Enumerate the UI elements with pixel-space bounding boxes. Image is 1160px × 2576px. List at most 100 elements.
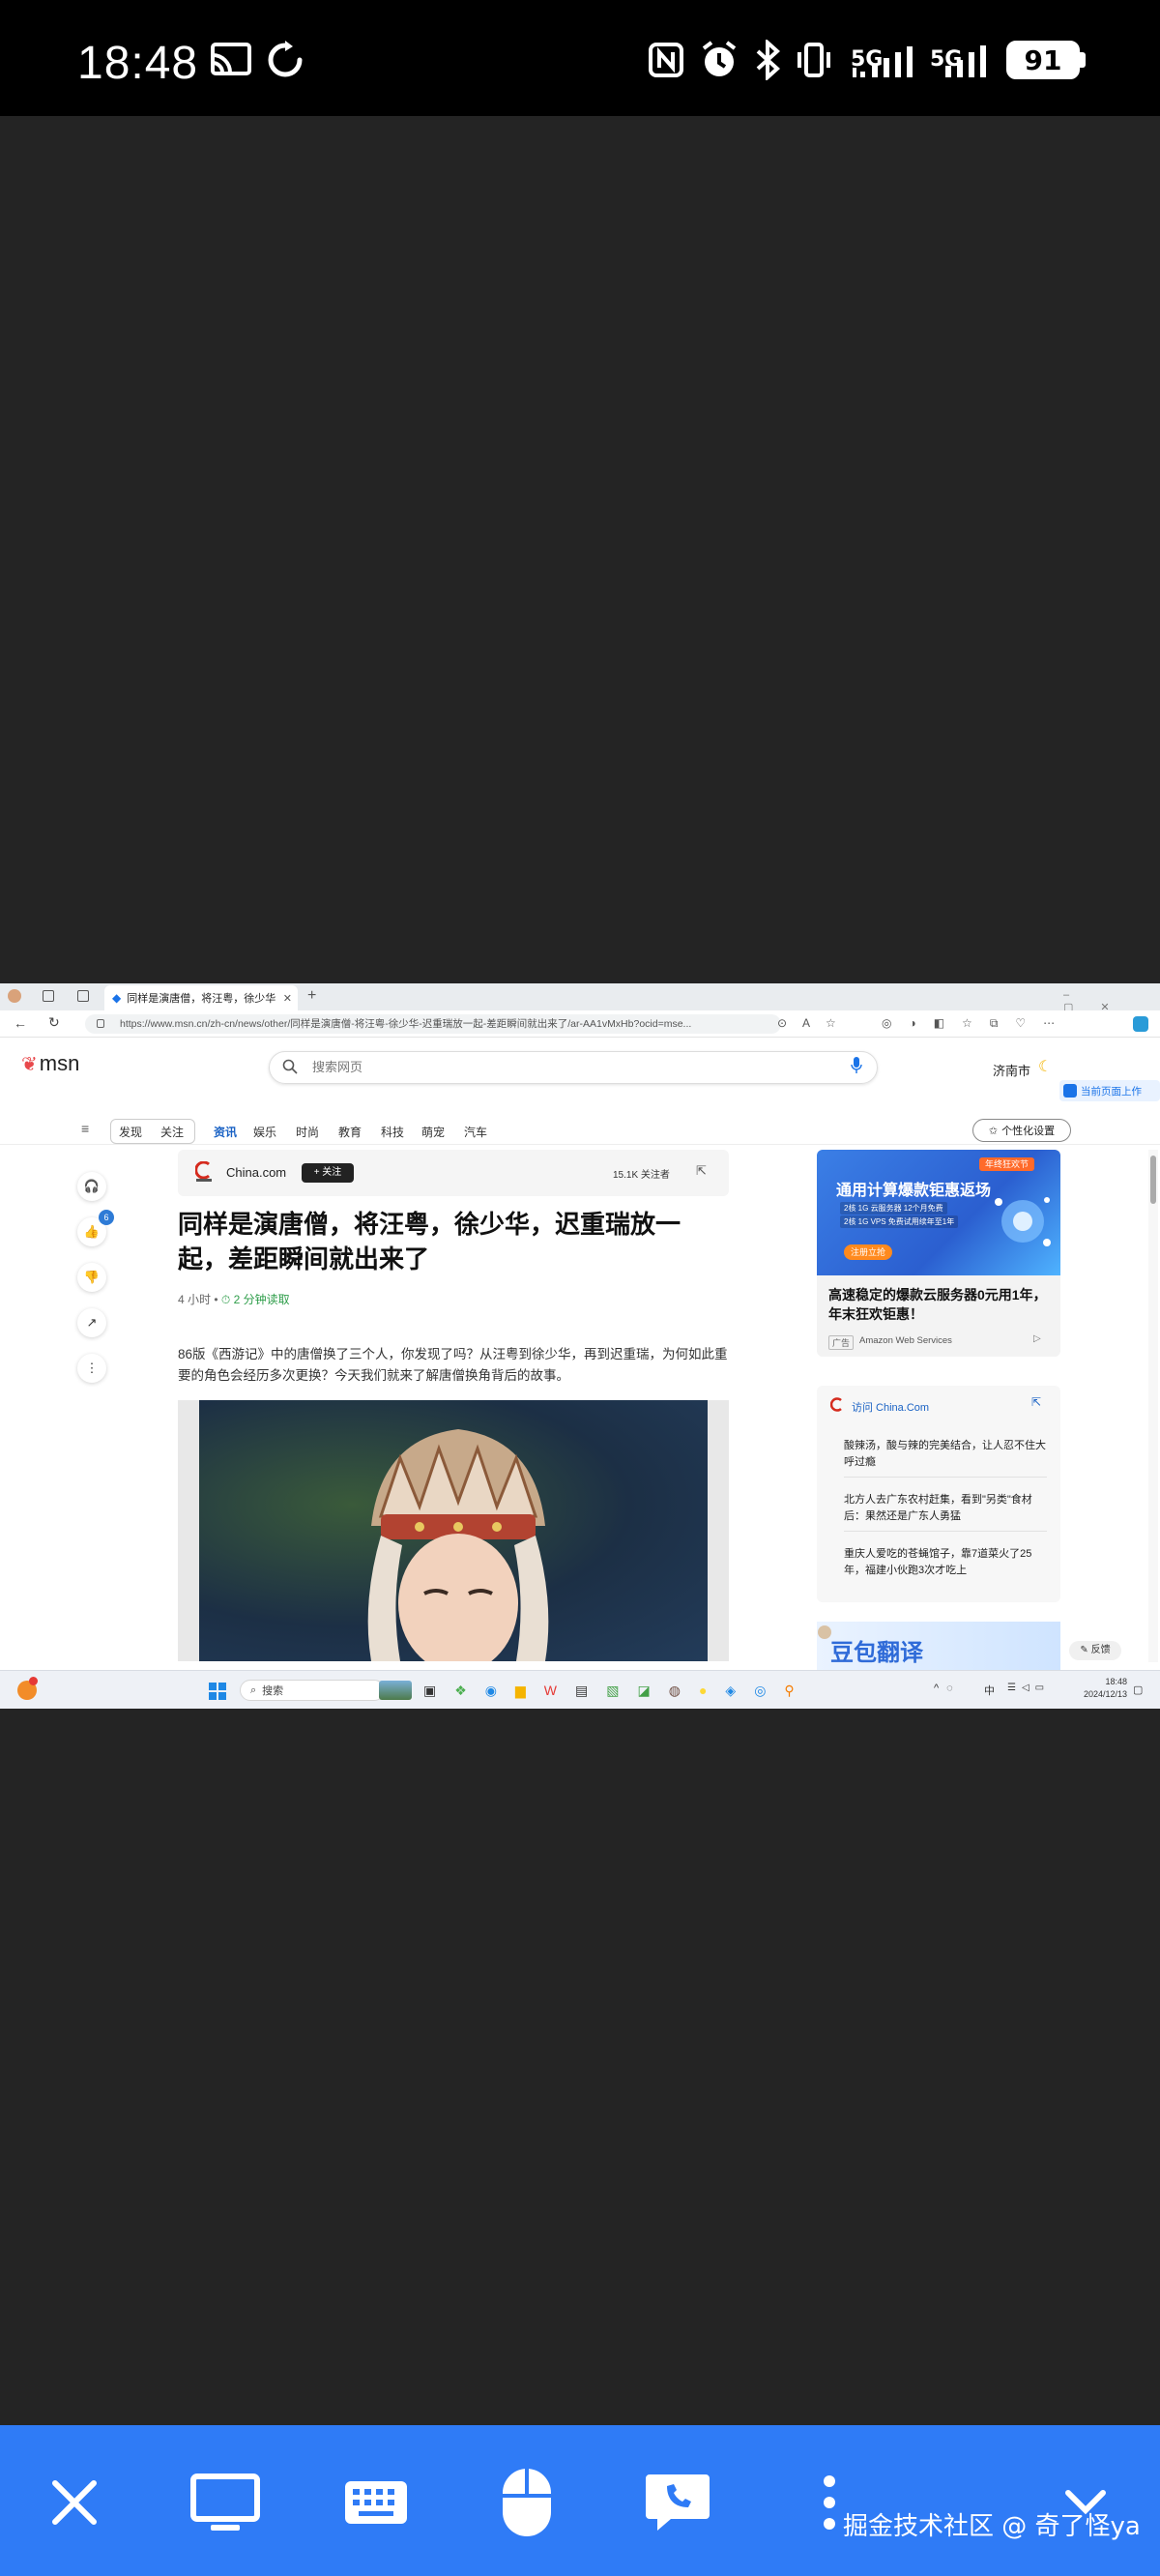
wps-icon[interactable]: W [544, 1683, 575, 1698]
msn-butterfly-icon: ❦ [21, 1053, 38, 1075]
personalize-button[interactable]: ✩ 个性化设置 [972, 1119, 1071, 1142]
battery-body: 91 [1006, 41, 1080, 79]
app-icon[interactable]: ◪ [637, 1683, 668, 1698]
workspaces-icon[interactable] [43, 990, 54, 1002]
like-thumb-icon[interactable]: 👍 6 [77, 1210, 114, 1246]
tab-actions-icon[interactable] [77, 990, 89, 1002]
feedback-button[interactable]: ✎ 反馈 [1069, 1641, 1121, 1660]
article-photo[interactable] [178, 1400, 729, 1661]
article-headline: 同样是演唐僧，将汪粤，徐少华，迟重瑞放一起，差距瞬间就出来了 [178, 1211, 682, 1274]
app-icon[interactable]: ◎ [754, 1683, 784, 1698]
doubao-translate-promo[interactable]: 豆包翻译 [817, 1622, 1060, 1670]
ad-card[interactable]: 年终狂欢节 通用计算爆款钜惠返场 2核 1G 云服务器 12个月免费 2核 1G… [817, 1150, 1060, 1357]
scrollbar-thumb[interactable] [1150, 1156, 1156, 1204]
follow-button[interactable]: + 关注 [302, 1163, 354, 1183]
lock-icon[interactable] [97, 1019, 104, 1028]
ad-badge: 年终狂欢节 [979, 1157, 1035, 1171]
address-field[interactable]: https://www.msn.cn/zh-cn/news/other/同样是演… [85, 1014, 781, 1034]
ad-title[interactable]: 高速稳定的爆款云服务器0元用1年，年末狂欢钜惠！ [828, 1285, 1051, 1324]
back-icon[interactable]: ← [14, 1015, 27, 1031]
pinned-apps[interactable]: ▣❖◉▆W▤▧◪◍●◈◎⚲ [423, 1683, 813, 1699]
windows-start-icon[interactable] [209, 1683, 226, 1705]
msn-favicon-icon: ◆ [112, 991, 122, 1005]
notification-center-icon[interactable]: ▢ [1133, 1683, 1143, 1696]
listen-headphones-icon[interactable]: 🎧 [77, 1172, 106, 1201]
remote-desktop-viewer: 18:48 5G 5G 91 ◆ 同样是演唐僧，将汪粤，徐少华 ✕ + –▢✕ … [0, 0, 1160, 2576]
followers-count: 15.1K 关注者 [613, 1170, 670, 1181]
app-icon[interactable]: ▧ [606, 1683, 637, 1698]
extensions-icons[interactable]: ◎◑◧☆⧉♡⋯ [882, 1016, 1072, 1031]
nav-item-discover[interactable]: 发现 [119, 1124, 142, 1140]
desktop-icon[interactable] [182, 2464, 269, 2541]
nav-item-fashion[interactable]: 时尚 [296, 1124, 319, 1140]
ad-cta-button[interactable]: 注册立抢 [844, 1244, 892, 1260]
page-scrollbar[interactable] [1148, 1150, 1158, 1662]
app-icon[interactable]: ▤ [575, 1683, 606, 1698]
nav-item-education[interactable]: 教育 [338, 1124, 362, 1140]
location[interactable]: 济南市 [993, 1061, 1030, 1079]
app-icon[interactable]: ⚲ [784, 1683, 812, 1698]
feed-item[interactable]: 重庆人爱吃的苍蝇馆子，靠7道菜火了25年，福建小伙跑3次才吃上 [844, 1546, 1047, 1579]
tray-icons[interactable]: ^◌ [934, 1683, 961, 1694]
ad-banner: 年终狂欢节 通用计算爆款钜惠返场 2核 1G 云服务器 12个月免费 2核 1G… [817, 1150, 1060, 1275]
voice-call-icon[interactable] [634, 2464, 721, 2541]
keyboard-icon[interactable] [333, 2464, 420, 2541]
share-icon[interactable]: ↗ [77, 1308, 106, 1337]
meta-separator: • [214, 1293, 221, 1306]
taskbar-search[interactable]: ⌕ 搜索 [240, 1680, 385, 1701]
file-explorer-icon[interactable]: ▆ [515, 1683, 544, 1698]
app-icon[interactable]: ◍ [669, 1683, 699, 1698]
app-icon[interactable]: ❖ [454, 1683, 485, 1698]
address-actions-icons[interactable]: ⊙A☆ [777, 1016, 852, 1030]
nav-item-entertainment[interactable]: 娱乐 [253, 1124, 276, 1140]
source-name[interactable]: China.com [226, 1165, 286, 1180]
sync-icon [263, 39, 307, 81]
more-options-icon[interactable]: ⋮ [77, 1354, 106, 1383]
task-view-icon[interactable]: ▣ [423, 1683, 454, 1698]
ime-indicator[interactable]: 中 [984, 1683, 995, 1698]
copilot-icon[interactable] [1133, 1016, 1148, 1032]
article: China.com + 关注 15.1K 关注者 ⇱ 同样是演唐僧，将汪粤，徐少… [178, 1150, 729, 1661]
phone-status-bar: 18:48 5G 5G 91 [0, 0, 1160, 116]
profile-avatar[interactable] [8, 989, 21, 1003]
refresh-icon[interactable]: ↻ [48, 1014, 60, 1031]
battery-tip [1080, 52, 1086, 68]
mouse-icon[interactable] [483, 2464, 570, 2541]
open-external-icon[interactable]: ⇱ [696, 1163, 707, 1179]
msn-logo[interactable]: ❦ msn [21, 1051, 79, 1076]
clock: 18:48 [77, 38, 199, 89]
hamburger-menu-icon[interactable]: ≡ [81, 1121, 89, 1136]
nav-item-following[interactable]: 关注 [160, 1124, 184, 1140]
copilot-side-button[interactable]: 当前页面上作 [1059, 1080, 1160, 1101]
ad-choices-icon[interactable]: ▷ [1033, 1333, 1041, 1344]
new-tab-icon[interactable]: + [307, 987, 316, 1005]
network-volume-battery-icons[interactable]: ☰◁▭ [1007, 1683, 1050, 1693]
clock-icon: ⏱ [220, 1293, 231, 1306]
nav-item-auto[interactable]: 汽车 [464, 1124, 487, 1140]
close-icon[interactable] [31, 2464, 118, 2541]
taskbar-clock[interactable]: 18:48 2024/12/13 [1075, 1676, 1127, 1701]
nfc-icon [646, 39, 686, 81]
nav-item-tech[interactable]: 科技 [381, 1124, 404, 1140]
header-divider [0, 1144, 1160, 1145]
ad-label: 广告 [828, 1335, 855, 1350]
open-external-small-icon[interactable]: ⇱ [1031, 1395, 1041, 1409]
visit-source-link[interactable]: 访问 China.Com [852, 1399, 929, 1415]
app-icon[interactable]: ◈ [725, 1683, 754, 1698]
browser-tab-active[interactable]: ◆ 同样是演唐僧，将汪粤，徐少华 ✕ [104, 985, 298, 1010]
feed-item[interactable]: 北方人去广东农村赶集，看到"另类"食材后：果然还是广东人勇猛 [844, 1492, 1047, 1532]
remote-screen[interactable]: ◆ 同样是演唐僧，将汪粤，徐少华 ✕ + –▢✕ ← ↻ https://www… [0, 983, 1160, 1709]
windows-taskbar: ⌕ 搜索 ▣❖◉▆W▤▧◪◍●◈◎⚲ ^◌ 中 ☰◁▭ 18:48 2024/1… [0, 1670, 1160, 1709]
app-icon[interactable]: ● [699, 1683, 725, 1698]
nav-item-news[interactable]: 资讯 [214, 1124, 237, 1140]
dislike-thumb-icon[interactable]: 👎 [77, 1263, 106, 1292]
microphone-icon[interactable] [851, 1057, 862, 1079]
nav-item-pets[interactable]: 萌宠 [421, 1124, 445, 1140]
weather-moon-icon[interactable]: ☾ [1038, 1057, 1052, 1076]
search-input[interactable]: 搜索网页 [269, 1051, 878, 1084]
close-tab-icon[interactable]: ✕ [283, 992, 298, 1005]
watermark: 掘金技术社区 @ 奇了怪ya [843, 2512, 1141, 2541]
feed-item[interactable]: 酸辣汤，酸与辣的完美结合，让人忍不住大呼过瘾 [844, 1438, 1047, 1478]
edge-icon[interactable]: ◉ [485, 1683, 515, 1698]
signal-5g-1: 5G [851, 39, 924, 81]
